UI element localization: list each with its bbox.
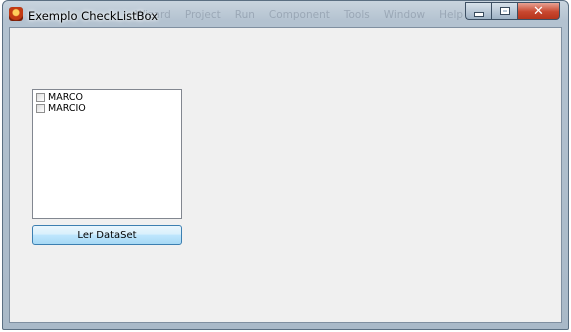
- read-dataset-button[interactable]: Ler DataSet: [32, 225, 182, 245]
- ghost-menu-item: Tools: [343, 9, 370, 21]
- app-icon[interactable]: [9, 7, 23, 21]
- checklist-item-label: MARCIO: [48, 103, 86, 114]
- checklistbox[interactable]: MARCO MARCIO: [32, 89, 182, 219]
- close-icon: ✕: [533, 3, 544, 19]
- minimize-icon: [473, 11, 484, 17]
- checklist-item-label: MARCO: [48, 92, 83, 103]
- ghost-menu-item: Wizard: [135, 9, 171, 21]
- title-bar[interactable]: Exemplo CheckListBox Wizard Project Run …: [3, 1, 568, 27]
- checkbox[interactable]: [36, 104, 45, 113]
- minimize-button[interactable]: [465, 2, 491, 20]
- main-window: Exemplo CheckListBox Wizard Project Run …: [2, 0, 569, 330]
- ghost-menu-item: Help: [439, 9, 464, 21]
- checklist-item-marco[interactable]: MARCO: [36, 92, 178, 103]
- ghost-menu-item: Project: [184, 9, 221, 21]
- close-button[interactable]: ✕: [517, 2, 560, 20]
- maximize-icon: [499, 7, 510, 15]
- ghost-menu-item: Run: [234, 9, 255, 21]
- checkbox[interactable]: [36, 93, 45, 102]
- ghost-menu-item: Window: [383, 9, 426, 21]
- background-menu-ghost: Wizard Project Run Component Tools Windo…: [135, 9, 463, 21]
- checklist-item-marcio[interactable]: MARCIO: [36, 103, 178, 114]
- ghost-menu-item: Component: [268, 9, 330, 21]
- caption-buttons: ✕: [465, 2, 560, 20]
- maximize-button[interactable]: [491, 2, 517, 20]
- form-client-area: MARCO MARCIO Ler DataSet: [9, 27, 562, 323]
